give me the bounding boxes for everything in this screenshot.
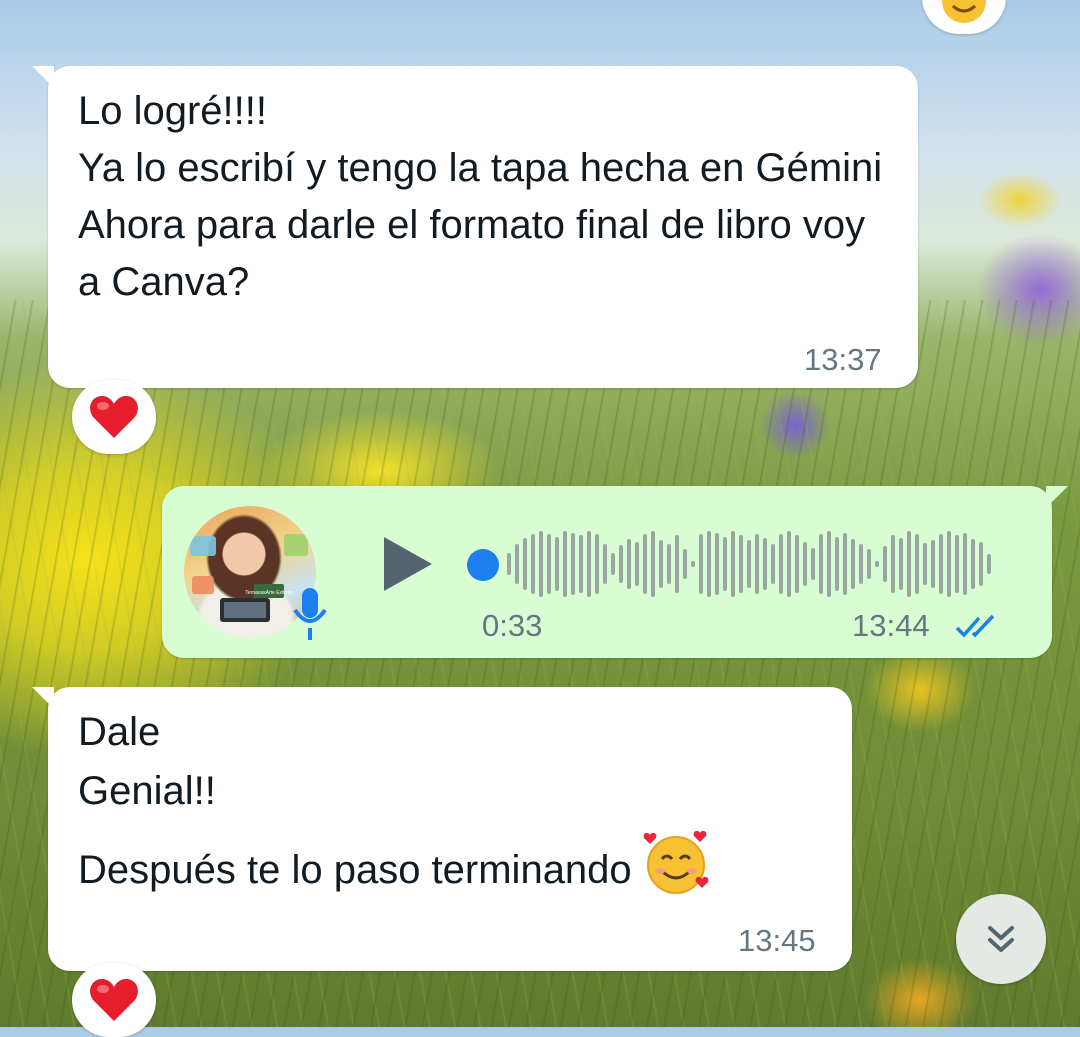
message-timestamp: 13:37 bbox=[804, 342, 882, 377]
waveform-bar bbox=[555, 537, 559, 591]
waveform-bar bbox=[771, 544, 775, 584]
waveform-bar bbox=[915, 534, 919, 594]
reaction-badge[interactable] bbox=[72, 963, 156, 1037]
waveform-bar bbox=[699, 534, 703, 594]
avatar-caption-text: TernavasArte Exitoso bbox=[245, 590, 292, 596]
message-line-with-emoji: Después te lo paso terminando bbox=[78, 829, 710, 899]
heart-emoji-icon bbox=[90, 979, 138, 1021]
waveform-bar bbox=[659, 540, 663, 588]
waveform-bar bbox=[819, 534, 823, 594]
waveform-bar bbox=[859, 544, 863, 584]
waveform-bar bbox=[651, 531, 655, 597]
waveform-bar bbox=[515, 544, 519, 584]
voice-duration: 0:33 bbox=[482, 608, 543, 643]
waveform-bar bbox=[883, 546, 887, 582]
play-button[interactable] bbox=[380, 533, 436, 595]
waveform-bar bbox=[739, 535, 743, 593]
waveform-bar bbox=[715, 533, 719, 595]
waveform-bar bbox=[851, 539, 855, 589]
waveform-bar bbox=[755, 534, 759, 594]
smiling-face-with-hearts-icon bbox=[942, 0, 986, 23]
waveform-bar bbox=[891, 535, 895, 593]
waveform-bar bbox=[867, 549, 871, 579]
waveform-bar bbox=[963, 533, 967, 595]
waveform-bar bbox=[947, 531, 951, 597]
waveform-bar bbox=[683, 549, 687, 579]
message-text: Lo logré!!!! Ya lo escribí y tengo la ta… bbox=[78, 89, 883, 304]
message-timestamp: 13:45 bbox=[738, 923, 816, 958]
waveform-bar bbox=[603, 544, 607, 584]
waveform-bar bbox=[619, 545, 623, 583]
waveform-bar bbox=[579, 535, 583, 593]
reaction-badge[interactable] bbox=[72, 380, 156, 454]
waveform-bar bbox=[835, 537, 839, 591]
waveform-bar bbox=[587, 531, 591, 597]
waveform-bar bbox=[635, 542, 639, 586]
waveform-bar bbox=[787, 531, 791, 597]
waveform-bar bbox=[843, 533, 847, 595]
waveform-bar bbox=[707, 531, 711, 597]
incoming-message-bubble[interactable]: Lo logré!!!! Ya lo escribí y tengo la ta… bbox=[32, 66, 918, 388]
waveform-bar bbox=[675, 535, 679, 593]
waveform-bar bbox=[875, 561, 879, 567]
voice-waveform[interactable] bbox=[495, 526, 995, 602]
waveform-bar bbox=[795, 535, 799, 593]
message-line: Después te lo paso terminando bbox=[78, 848, 632, 892]
waveform-bar bbox=[627, 539, 631, 589]
waveform-bar bbox=[571, 533, 575, 595]
message-line: Genial!! bbox=[78, 769, 216, 813]
waveform-bar bbox=[907, 531, 911, 597]
double-check-read-icon bbox=[955, 614, 995, 638]
waveform-bar bbox=[667, 544, 671, 584]
waveform-bar bbox=[923, 543, 927, 585]
waveform-bar bbox=[691, 561, 695, 567]
waveform-bar bbox=[563, 531, 567, 597]
waveform-bar bbox=[747, 540, 751, 588]
waveform-bar bbox=[595, 534, 599, 594]
waveform-bar bbox=[779, 534, 783, 594]
playback-progress-handle[interactable] bbox=[467, 549, 499, 581]
waveform-bar bbox=[811, 548, 815, 580]
waveform-bar bbox=[507, 553, 511, 575]
waveform-bar bbox=[723, 537, 727, 591]
waveform-bar bbox=[827, 531, 831, 597]
top-reaction-badge[interactable] bbox=[922, 0, 1006, 34]
incoming-message-bubble[interactable]: Dale Genial!! Después te lo paso termina… bbox=[32, 687, 852, 971]
microphone-icon bbox=[293, 588, 327, 640]
waveform-bar bbox=[979, 542, 983, 586]
waveform-bar bbox=[611, 553, 615, 575]
scroll-to-bottom-button[interactable] bbox=[956, 894, 1046, 984]
waveform-bar bbox=[643, 534, 647, 594]
waveform-bar bbox=[987, 554, 991, 574]
waveform-bar bbox=[971, 539, 975, 589]
outgoing-voice-message-bubble[interactable]: TernavasArte Exitoso 0:33 13:44 bbox=[162, 486, 1068, 658]
waveform-bar bbox=[763, 538, 767, 590]
waveform-bar bbox=[803, 542, 807, 586]
waveform-bar bbox=[955, 535, 959, 593]
waveform-bar bbox=[523, 538, 527, 590]
waveform-bar bbox=[731, 531, 735, 597]
waveform-bar bbox=[531, 534, 535, 594]
message-line: Dale bbox=[78, 710, 161, 754]
message-timestamp: 13:44 bbox=[852, 608, 930, 643]
smiling-face-with-hearts-icon bbox=[643, 830, 709, 894]
waveform-bar bbox=[539, 531, 543, 597]
double-chevron-down-icon bbox=[988, 926, 1014, 952]
waveform-bar bbox=[939, 534, 943, 594]
heart-emoji-icon bbox=[90, 396, 138, 438]
waveform-bar bbox=[899, 538, 903, 590]
waveform-bar bbox=[547, 534, 551, 594]
waveform-bar bbox=[931, 540, 935, 588]
